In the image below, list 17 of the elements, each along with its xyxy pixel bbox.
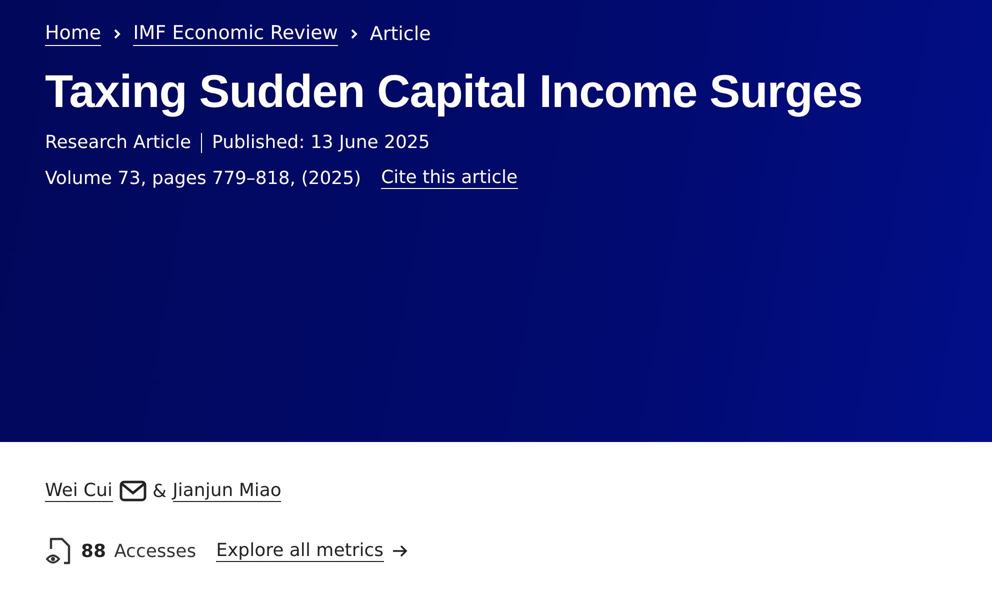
breadcrumb-link[interactable]: IMF Economic Review <box>133 22 338 46</box>
published-date: Published: 13 June 2025 <box>212 132 430 153</box>
email-icon[interactable] <box>118 480 147 502</box>
cite-link[interactable]: Cite this article <box>381 167 518 189</box>
citation-info: Volume 73, pages 779–818, (2025) <box>45 168 362 188</box>
access-label: Accesses <box>114 540 196 562</box>
breadcrumb-link[interactable]: Home <box>45 22 102 46</box>
current-page-label: Article <box>370 23 431 45</box>
document-eye-icon <box>45 536 73 566</box>
author-link[interactable]: Wei Cui <box>45 480 113 502</box>
explore-metrics-link[interactable]: Explore all metrics <box>216 540 384 562</box>
arrow-right-icon <box>392 544 408 558</box>
author-separator: & <box>152 480 167 502</box>
access-count: 88 <box>81 540 106 562</box>
article-title: Taxing Sudden Capital Income Surges <box>45 64 864 118</box>
article-type: Research Article <box>45 132 192 153</box>
author-link[interactable]: Jianjun Miao <box>172 480 282 502</box>
